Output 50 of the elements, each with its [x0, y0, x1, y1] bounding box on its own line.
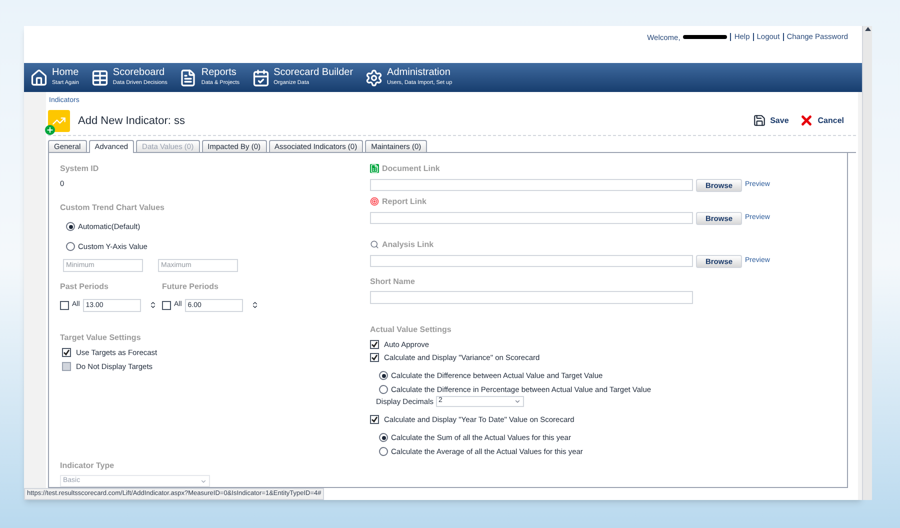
radio-button[interactable] [379, 446, 388, 456]
section-label: Short Name [370, 276, 416, 288]
scroll-up-icon[interactable] [864, 27, 870, 31]
checkbox[interactable] [60, 300, 69, 310]
link-field[interactable] [370, 212, 693, 224]
section-label: Analysis Link [382, 238, 434, 251]
radio-button[interactable] [379, 371, 388, 380]
checkbox[interactable] [370, 353, 379, 362]
nav-title: Home [52, 68, 79, 78]
checkbox[interactable] [62, 348, 71, 357]
calendar-icon [252, 68, 270, 87]
section-label: System ID [60, 162, 100, 175]
target-icon [370, 197, 379, 206]
checkbox[interactable] [370, 415, 379, 424]
home-icon [30, 68, 48, 87]
nav-title: Reports [201, 68, 238, 78]
document-icon [179, 68, 198, 87]
section-label: Past Periods [60, 280, 110, 292]
redaction-mark [683, 35, 728, 39]
radio-button[interactable] [66, 222, 75, 232]
spreadsheet-icon [370, 164, 379, 174]
section-label: Actual Value Settings [370, 324, 452, 336]
page-title: Add New Indicator: ss [78, 114, 185, 128]
section-label: Report Link [382, 196, 426, 208]
section-label: Indicator Type [60, 460, 116, 472]
radio-button[interactable] [379, 384, 388, 394]
table-icon [90, 68, 109, 87]
radio-button[interactable] [379, 433, 388, 442]
save-button[interactable]: Save [753, 113, 789, 128]
nav-title: Scoreboard [112, 68, 166, 78]
close-icon [798, 113, 814, 128]
nav-title: Administration [387, 68, 452, 78]
link-field[interactable] [370, 179, 693, 192]
spinner-icon[interactable] [250, 301, 259, 309]
section-label: Target Value Settings [60, 332, 142, 344]
scrollbar[interactable] [862, 26, 872, 500]
short-name-field[interactable] [370, 290, 693, 304]
spinner-icon[interactable] [148, 301, 157, 309]
nav-title: Scorecard Builder [274, 68, 354, 78]
checkbox[interactable] [162, 300, 171, 310]
section-label: Custom Trend Chart Values [60, 202, 166, 214]
section-label: Document Link [382, 162, 440, 175]
checkbox[interactable] [370, 340, 379, 349]
cancel-button[interactable]: Cancel [798, 113, 844, 128]
section-label: Future Periods [162, 280, 220, 292]
save-icon [753, 114, 766, 128]
search-icon [370, 240, 379, 250]
radio-button[interactable] [66, 242, 75, 252]
link-field[interactable] [370, 255, 693, 268]
gear-icon [365, 68, 384, 87]
